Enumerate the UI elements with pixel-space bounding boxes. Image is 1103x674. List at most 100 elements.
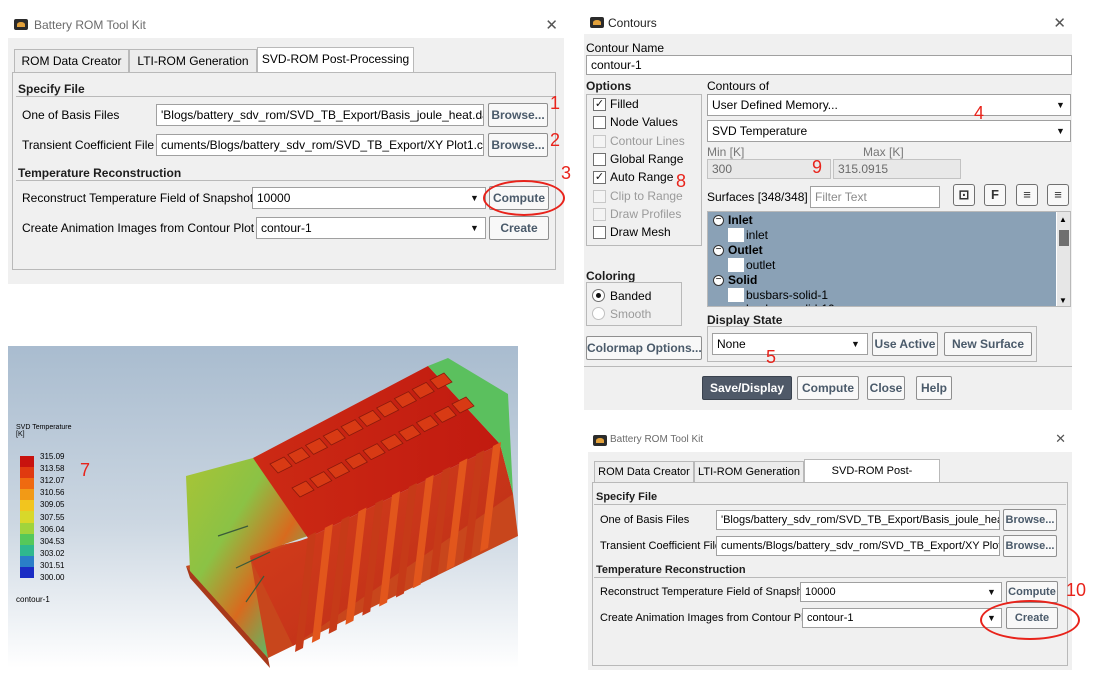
option-checkbox-auto-range[interactable]: ✓ [593, 171, 606, 185]
annotation-7: 7 [80, 460, 91, 480]
option-checkbox-global-range[interactable] [593, 152, 606, 166]
reconstruct-label: Reconstruct Temperature Field of Snapsho… [600, 586, 812, 598]
specify-file-header: Specify File [596, 491, 658, 503]
chevron-down-icon[interactable]: ▼ [987, 587, 996, 597]
check-list-icon[interactable]: ≡ [1016, 184, 1038, 206]
chevron-down-icon[interactable]: ▼ [851, 339, 860, 349]
collapse-icon[interactable]: − [713, 275, 724, 286]
colormap-options-button[interactable]: Colormap Options... [586, 336, 702, 360]
filter-surfaces-icon[interactable]: F [984, 184, 1006, 206]
contour-plot-select[interactable]: contour-1 [256, 217, 486, 239]
surfaces-tree[interactable]: ▲ ▼ − Inlet inlet − Outlet outlet − Soli… [707, 211, 1071, 307]
display-state-select[interactable]: None [712, 333, 868, 355]
close-icon[interactable]: ✕ [1055, 431, 1066, 447]
browse-transient-button[interactable]: Browse... [488, 133, 548, 157]
close-icon[interactable]: ✕ [1053, 14, 1066, 32]
chevron-down-icon[interactable]: ▼ [470, 193, 479, 203]
tab-rom-data-creator[interactable]: ROM Data Creator [14, 49, 129, 73]
collapse-icon[interactable]: − [713, 245, 724, 256]
transient-file-field[interactable]: cuments/Blogs/battery_sdv_rom/SVD_TB_Exp… [156, 134, 484, 156]
basis-file-label: One of Basis Files [22, 108, 120, 122]
help-button[interactable]: Help [916, 376, 952, 400]
separator [594, 504, 1066, 505]
transient-file-field[interactable]: cuments/Blogs/battery_sdv_rom/SVD_TB_Exp… [716, 536, 1000, 556]
create-button[interactable]: Create [489, 216, 549, 240]
field-variable-select[interactable]: SVD Temperature [707, 120, 1071, 142]
chevron-down-icon[interactable]: ▼ [470, 223, 479, 233]
coloring-header: Coloring [586, 269, 636, 283]
tree-indent [728, 258, 744, 272]
temperature-reconstruction-header: Temperature Reconstruction [596, 564, 746, 576]
tree-item-busbars[interactable]: busbars-solid-1 [746, 288, 828, 302]
tab-svd-rom-post-processing[interactable]: SVD-ROM Post-Processing [804, 459, 940, 499]
tree-scrollbar[interactable] [1057, 212, 1070, 306]
window-title: Battery ROM Tool Kit [610, 434, 704, 445]
clear-list-icon[interactable]: ≡ [1047, 184, 1069, 206]
separator [16, 180, 554, 181]
tab-svd-rom-post-processing[interactable]: SVD-ROM Post-Processing [257, 47, 414, 73]
annotation-4: 4 [974, 103, 985, 123]
option-label: Auto Range [610, 170, 674, 185]
contour-plot-select[interactable]: contour-1 [802, 608, 1002, 628]
legend-value: 303.02 [40, 548, 65, 558]
compute-button[interactable]: Compute [797, 376, 859, 400]
snapshot-select[interactable]: 10000 [252, 187, 486, 209]
option-checkbox-clip-to-range[interactable] [593, 189, 606, 203]
save-display-button[interactable]: Save/Display [702, 376, 792, 400]
option-checkbox-node-values[interactable] [593, 116, 606, 130]
option-checkbox-filled[interactable]: ✓ [593, 98, 606, 111]
close-button[interactable]: Close [867, 376, 905, 400]
option-checkbox-draw-profiles[interactable] [593, 207, 606, 221]
tree-group-inlet[interactable]: Inlet [728, 213, 753, 227]
annotation-9: 9 [812, 157, 823, 177]
collapse-icon[interactable]: − [713, 215, 724, 226]
window-title: Contours [608, 16, 657, 30]
contours-of-select[interactable]: User Defined Memory... [707, 94, 1071, 116]
tree-group-solid[interactable]: Solid [728, 273, 757, 287]
scroll-down-icon[interactable]: ▼ [1059, 296, 1067, 305]
scroll-up-icon[interactable]: ▲ [1059, 215, 1067, 224]
tree-item-inlet[interactable]: inlet [746, 228, 768, 242]
option-label: Global Range [610, 151, 684, 166]
option-checkbox-draw-mesh[interactable] [593, 226, 606, 240]
option-checkbox-contour-lines[interactable] [593, 134, 606, 148]
banded-radio[interactable] [592, 289, 605, 302]
use-active-button[interactable]: Use Active [872, 332, 938, 356]
surfaces-filter-input[interactable]: Filter Text [810, 186, 940, 208]
tab-lti-rom-generation[interactable]: LTI-ROM Generation [129, 49, 257, 73]
basis-file-field[interactable]: 'Blogs/battery_sdv_rom/SVD_TB_Export/Bas… [156, 104, 484, 126]
close-icon[interactable]: ✕ [545, 16, 558, 34]
specify-file-header: Specify File [18, 82, 85, 96]
smooth-radio[interactable] [592, 307, 605, 320]
contours-dialog: Contours ✕ Contour Name contour-1 Option… [584, 12, 1072, 410]
options-header: Options [586, 79, 632, 93]
scrollbar-thumb[interactable] [1059, 230, 1069, 246]
reconstruct-label: Reconstruct Temperature Field of Snapsho… [22, 191, 254, 205]
annotation-3: 3 [561, 163, 572, 183]
tab-lti-rom-generation[interactable]: LTI-ROM Generation [694, 461, 804, 483]
browse-transient-button[interactable]: Browse... [1003, 535, 1057, 557]
snapshot-select[interactable]: 10000 [800, 582, 1002, 602]
chevron-down-icon[interactable]: ▼ [1056, 100, 1065, 110]
browse-basis-button[interactable]: Browse... [488, 103, 548, 127]
chevron-down-icon[interactable]: ▼ [1056, 126, 1065, 136]
option-label: Contour Lines [610, 133, 685, 148]
separator [594, 577, 1066, 578]
smooth-label: Smooth [610, 307, 652, 321]
max-field[interactable]: 315.0915 [833, 159, 961, 179]
contour-name-field[interactable]: contour-1 [586, 55, 1072, 75]
select-all-icon[interactable]: ⊡ [953, 184, 975, 206]
tab-rom-data-creator[interactable]: ROM Data Creator [594, 461, 694, 483]
app-logo-icon [590, 17, 604, 28]
browse-basis-button[interactable]: Browse... [1003, 509, 1057, 531]
tree-item-cut[interactable]: busbars-solid-10 [746, 302, 835, 306]
new-surface-button[interactable]: New Surface [944, 332, 1032, 356]
annotation-8: 8 [676, 171, 687, 191]
tree-group-outlet[interactable]: Outlet [728, 243, 763, 257]
highlight-compute-circle [483, 180, 565, 216]
surfaces-label: Surfaces [348/348] [707, 190, 808, 204]
graphics-viewport[interactable]: SVD Temperature [K] contour-1 315.09 313… [8, 346, 518, 668]
basis-file-field[interactable]: 'Blogs/battery_sdv_rom/SVD_TB_Export/Bas… [716, 510, 1000, 530]
tree-item-outlet[interactable]: outlet [746, 258, 775, 272]
title-bar: Battery ROM Tool Kit ✕ [8, 12, 564, 38]
